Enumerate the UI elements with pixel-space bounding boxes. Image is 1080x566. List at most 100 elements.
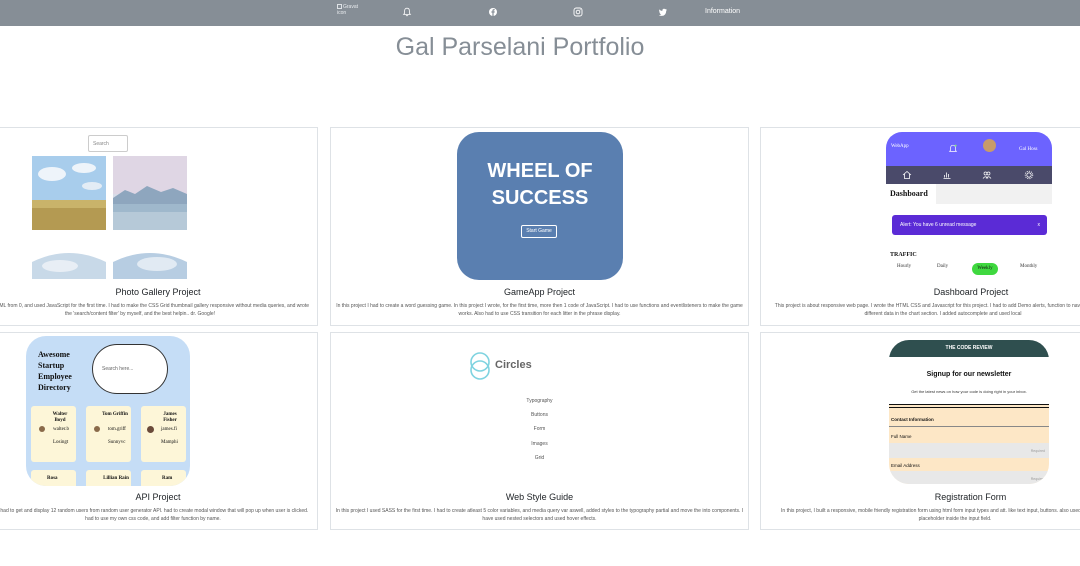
circles-logo-icon — [470, 352, 490, 380]
card-title: Registration Form — [934, 492, 1007, 502]
card-title: GameApp Project — [503, 287, 576, 297]
game-title: WHEEL OF SUCCESS — [487, 160, 593, 209]
logo[interactable]: Gravat icon — [337, 4, 367, 20]
employee-city: Mamphi — [161, 440, 178, 445]
api-screenshot: Awesome Startup Employee Directory Searc… — [26, 336, 190, 486]
gear-icon — [1024, 170, 1034, 180]
start-game-button: Start Game — [521, 225, 557, 238]
home-icon — [902, 170, 912, 179]
dashboard-user-name: Gal Hoss — [1019, 147, 1038, 152]
broken-image-icon — [337, 4, 342, 9]
instagram-icon[interactable] — [573, 7, 583, 17]
registration-heading: Signup for our newsletter — [926, 371, 1012, 378]
traffic-tab-weekly: Weekly — [972, 263, 998, 275]
card-title: API Project — [135, 492, 181, 502]
project-card-styleguide[interactable]: Circles Typography Buttons Form Images G… — [330, 332, 749, 530]
page-title: Gal Parselani Portfolio — [395, 33, 645, 61]
section-grid: Grid — [534, 454, 545, 461]
employee-card: James Fisher james.fi Mamphi — [141, 406, 186, 462]
style-guide-sections: Typography Buttons Form Images Grid — [331, 394, 748, 465]
dashboard-screenshot: WebApp Gal Hoss Dashboard Alert: You hav… — [886, 132, 1052, 282]
divider — [889, 404, 1049, 405]
dashboard-header: WebApp Gal Hoss — [886, 132, 1052, 166]
section-form: Form — [533, 426, 546, 433]
employee-name: Lillian Rain — [103, 476, 129, 481]
game-screenshot: WHEEL OF SUCCESS Start Game — [457, 132, 623, 280]
close-icon: x — [1037, 222, 1041, 228]
project-card-dashboard[interactable]: WebApp Gal Hoss Dashboard Alert: You hav… — [760, 127, 1080, 326]
dashboard-app-name: WebApp — [891, 144, 909, 149]
traffic-tab-monthly: Monthly — [1020, 264, 1038, 269]
required-hint: Required — [1030, 449, 1045, 453]
employee-card: Ram — [141, 470, 186, 486]
avatar — [39, 426, 45, 432]
full-name-label: Full Name — [891, 434, 912, 439]
nav-information-link[interactable]: Information — [705, 8, 740, 15]
employee-email: walter.b — [53, 427, 69, 432]
card-title: Web Style Guide — [505, 492, 574, 502]
divider — [889, 407, 1049, 408]
email-label: Email Address — [891, 463, 920, 468]
card-title: Dashboard Project — [933, 287, 1009, 297]
employee-email: james.fi — [161, 427, 177, 432]
card-description: In this project I had to create a word g… — [336, 303, 743, 317]
api-search-input: Search here... — [92, 344, 168, 394]
employee-card: Lillian Rain — [86, 470, 131, 486]
project-card-registration[interactable]: THE CODE REVIEW Signup for our newslette… — [760, 332, 1080, 530]
email-field: Required — [889, 471, 1049, 484]
registration-screenshot: THE CODE REVIEW Signup for our newslette… — [889, 340, 1049, 484]
project-card-api[interactable]: Awesome Startup Employee Directory Searc… — [0, 332, 318, 530]
avatar — [983, 139, 996, 152]
traffic-label: TRAFFIC — [890, 252, 917, 258]
divider — [889, 426, 1049, 427]
card-description: In this project, I built a responsive, m… — [781, 508, 1080, 522]
employee-name: Rosa — [47, 476, 58, 481]
employee-card: Rosa — [31, 470, 76, 486]
registration-subheading: Get the latest news on how your code is … — [911, 389, 1027, 394]
api-heading: Awesome Startup Employee Directory — [38, 350, 72, 392]
chart-icon — [943, 172, 951, 179]
dashboard-alert: Alert: You have 6 unread message — [892, 215, 1047, 235]
employee-city: Sunnyvc — [108, 440, 126, 445]
employee-card: Tom Griffin tom.griff Sunnyvc — [86, 406, 131, 462]
section-buttons: Buttons — [531, 412, 548, 419]
users-icon — [982, 171, 992, 179]
gallery-thumbnail — [32, 156, 106, 230]
avatar — [94, 426, 100, 432]
card-description: In this project I used SASS for the firs… — [335, 508, 744, 522]
employee-city: Losingt — [53, 440, 69, 445]
card-description: I built the HTML from 0, and used JavaSc… — [0, 303, 310, 317]
bell-icon — [948, 144, 958, 152]
employee-email: tom.griff — [108, 427, 126, 432]
avatar — [147, 426, 154, 433]
card-title: Photo Gallery Project — [115, 287, 201, 297]
employee-name: James Fisher — [163, 412, 177, 423]
card-description: This project is about responsive web pag… — [774, 303, 1080, 317]
full-name-field: Required — [889, 443, 1049, 458]
gallery-thumbnail — [113, 156, 187, 230]
dashboard-icon-bar — [886, 166, 1052, 184]
traffic-tab-hourly: Hourly — [897, 264, 912, 269]
twitter-icon[interactable] — [658, 7, 668, 17]
required-hint: Required — [1030, 477, 1045, 481]
bell-icon[interactable] — [402, 7, 412, 17]
circles-logo: Circles — [467, 351, 547, 381]
top-navbar: Gravat icon Information — [0, 0, 1080, 26]
traffic-tab-daily: Daily — [937, 264, 949, 269]
facebook-icon[interactable] — [488, 7, 498, 17]
employee-name: Ram — [162, 476, 173, 481]
project-card-gameapp[interactable]: WHEEL OF SUCCESS Start Game GameApp Proj… — [330, 127, 749, 326]
dashboard-tab: Dashboard — [886, 184, 936, 204]
section-typography: Typography — [526, 398, 553, 404]
employee-card: Walter Boyd walter.b Losingt — [31, 406, 76, 462]
project-card-gallery[interactable]: Search Photo Gallery Project I built the… — [0, 127, 318, 326]
gallery-thumbnail — [113, 253, 187, 279]
gallery-search-input: Search — [88, 135, 128, 152]
employee-name: Tom Griffin — [102, 412, 128, 417]
section-images: Images — [531, 440, 548, 447]
gallery-thumbnail — [32, 253, 106, 279]
employee-name: Walter Boyd — [52, 412, 68, 423]
circles-logo-text: Circles — [495, 359, 532, 371]
registration-header: THE CODE REVIEW — [889, 340, 1049, 357]
contact-info-label: Contact Information — [891, 417, 934, 422]
